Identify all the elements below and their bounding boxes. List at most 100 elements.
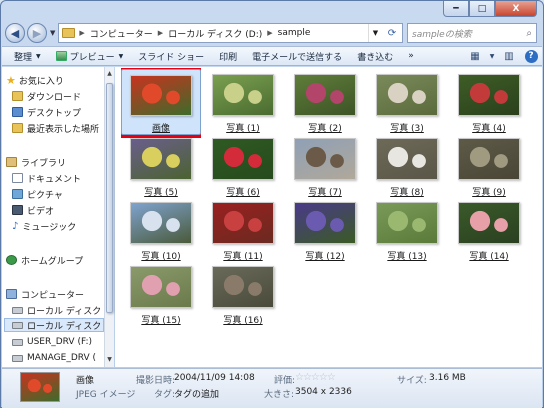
nav-label: 最近表示した場所 — [27, 124, 100, 135]
help-button[interactable]: ? — [522, 48, 540, 64]
nav-local-disk-2[interactable]: ローカル ディスク — [4, 318, 104, 332]
nav-scrollbar[interactable]: ▲ ▼ — [104, 67, 114, 367]
breadcrumb-arrow-icon[interactable]: ▶ — [77, 29, 86, 37]
nav-documents[interactable]: ドキュメント — [12, 171, 81, 185]
nav-manage-drv[interactable]: MANAGE_DRV ( — [12, 351, 96, 365]
nav-local-disk-1[interactable]: ローカル ディスク — [12, 303, 101, 317]
preview-pane-icon[interactable]: ▥ — [500, 48, 518, 64]
details-dimensions-key: 大きさ: — [264, 390, 295, 400]
nav-label: ローカル ディスク — [27, 306, 102, 317]
music-icon: ♪ — [12, 220, 19, 232]
organize-button[interactable]: 整理 ▼ — [8, 47, 50, 65]
back-button[interactable]: ◀ — [5, 23, 25, 43]
nav-user-drv[interactable]: USER_DRV (F:) — [12, 335, 92, 349]
nav-label: USER_DRV (F:) — [27, 337, 92, 347]
search-icon[interactable]: ⌕ — [526, 28, 532, 39]
nav-label: お気に入り — [18, 76, 64, 87]
nav-favorites[interactable]: ★ お気に入り — [6, 73, 64, 87]
file-item[interactable]: 写真 (3) — [367, 69, 447, 135]
email-button[interactable]: 電子メールで送信する — [246, 47, 351, 65]
more-commands-button[interactable]: » — [402, 47, 423, 65]
help-icon: ? — [524, 49, 538, 63]
photo-thumbnail — [130, 202, 192, 244]
photo-thumbnail — [458, 74, 520, 116]
scroll-down-icon[interactable]: ▼ — [105, 354, 114, 366]
file-item[interactable]: 写真 (8) — [367, 133, 447, 199]
nav-computer[interactable]: コンピューター — [6, 287, 84, 301]
nav-downloads[interactable]: ダウンロード — [12, 89, 81, 103]
nav-videos[interactable]: ビデオ — [12, 203, 54, 217]
details-filesize-value: 3.16 MB — [429, 373, 466, 383]
address-bar[interactable]: ▶ コンピューター ▶ ローカル ディスク (D:) ▶ sample ▼ ⟳ — [58, 23, 403, 43]
recent-pages-dropdown-icon[interactable]: ▼ — [50, 29, 55, 37]
nav-homegroup[interactable]: ホームグループ — [6, 253, 83, 267]
refresh-icon[interactable]: ⟳ — [382, 28, 402, 39]
address-dropdown-icon[interactable]: ▼ — [368, 24, 382, 42]
homegroup-icon — [6, 255, 17, 265]
file-item[interactable]: 写真 (6) — [203, 133, 283, 199]
nav-label: ダウンロード — [27, 92, 82, 103]
file-label: 写真 (14) — [469, 252, 509, 262]
explorer-window: ━ □ X ◀ ▶ ▼ ▶ コンピューター ▶ ローカル ディスク (D:) ▶… — [0, 0, 544, 408]
change-view-icon[interactable]: ▦ — [466, 48, 484, 64]
breadcrumb-sample[interactable]: sample — [275, 24, 314, 42]
file-item[interactable]: 写真 (14) — [449, 197, 529, 263]
maximize-button[interactable]: □ — [469, 1, 495, 17]
file-item[interactable]: 写真 (5) — [121, 133, 201, 199]
photo-thumbnail — [294, 138, 356, 180]
preview-button[interactable]: プレビュー ▼ — [50, 47, 133, 65]
file-item[interactable]: 写真 (11) — [203, 197, 283, 263]
print-button[interactable]: 印刷 — [213, 47, 246, 65]
search-box[interactable]: sampleの検索 ⌕ — [407, 23, 537, 43]
forward-button[interactable]: ▶ — [27, 23, 47, 43]
downloads-folder-icon — [12, 91, 23, 101]
nav-recent[interactable]: 最近表示した場所 — [12, 121, 99, 135]
breadcrumb-local-disk[interactable]: ローカル ディスク (D:) — [165, 24, 265, 42]
breadcrumb-arrow-icon[interactable]: ▶ — [156, 29, 165, 37]
file-item[interactable]: 写真 (1) — [203, 69, 283, 135]
slideshow-button[interactable]: スライド ショー — [132, 47, 213, 65]
file-item[interactable]: 写真 (10) — [121, 197, 201, 263]
burn-button[interactable]: 書き込む — [351, 47, 402, 65]
nav-label: デスクトップ — [27, 108, 82, 119]
command-bar: 整理 ▼ プレビュー ▼ スライド ショー 印刷 電子メールで送信する 書き込む »… — [2, 46, 542, 66]
file-item[interactable]: 写真 (2) — [285, 69, 365, 135]
view-dropdown-icon[interactable]: ▼ — [488, 48, 496, 64]
details-tags-value[interactable]: タグの追加 — [174, 387, 219, 400]
file-item[interactable]: 写真 (12) — [285, 197, 365, 263]
close-button[interactable]: X — [495, 1, 537, 17]
nav-label: ミュージック — [22, 222, 77, 233]
file-item[interactable]: 写真 (9) — [449, 133, 529, 199]
nav-desktop[interactable]: デスクトップ — [12, 105, 81, 119]
computer-icon — [6, 289, 17, 299]
breadcrumb-arrow-icon[interactable]: ▶ — [265, 29, 274, 37]
file-item[interactable]: 写真 (4) — [449, 69, 529, 135]
file-item[interactable]: 写真 (7) — [285, 133, 365, 199]
address-controls: ▼ ⟳ — [368, 24, 402, 42]
file-item[interactable]: 写真 (15) — [121, 261, 201, 327]
preview-label: プレビュー — [69, 52, 115, 63]
details-filesize-key: サイズ: — [397, 376, 427, 386]
star-icon: ★ — [6, 73, 16, 87]
details-type: JPEG イメージ — [76, 390, 136, 400]
minimize-button[interactable]: ━ — [443, 1, 469, 17]
file-item-selected[interactable]: 画像 — [121, 69, 201, 135]
details-date-key: 撮影日時: — [136, 376, 176, 386]
nav-music[interactable]: ♪ ミュージック — [12, 219, 76, 233]
file-item[interactable]: 写真 (16) — [203, 261, 283, 327]
file-label: 写真 (13) — [387, 252, 427, 262]
rating-stars[interactable]: ☆☆☆☆☆ — [295, 372, 336, 383]
preview-icon — [55, 51, 67, 61]
nav-libraries[interactable]: ライブラリ — [6, 155, 66, 169]
scroll-up-icon[interactable]: ▲ — [105, 68, 114, 80]
photo-thumbnail — [130, 75, 192, 116]
view-controls: ▦ ▼ ▥ ? — [464, 48, 542, 64]
chevron-down-icon: ▼ — [36, 52, 41, 60]
breadcrumb-computer[interactable]: コンピューター — [87, 24, 156, 42]
nav-pictures[interactable]: ピクチャ — [12, 187, 63, 201]
scroll-thumb[interactable] — [106, 83, 113, 313]
file-item[interactable]: 写真 (13) — [367, 197, 447, 263]
photo-thumbnail — [294, 202, 356, 244]
file-label: 写真 (12) — [305, 252, 345, 262]
nav-label: コンピューター — [21, 290, 85, 301]
